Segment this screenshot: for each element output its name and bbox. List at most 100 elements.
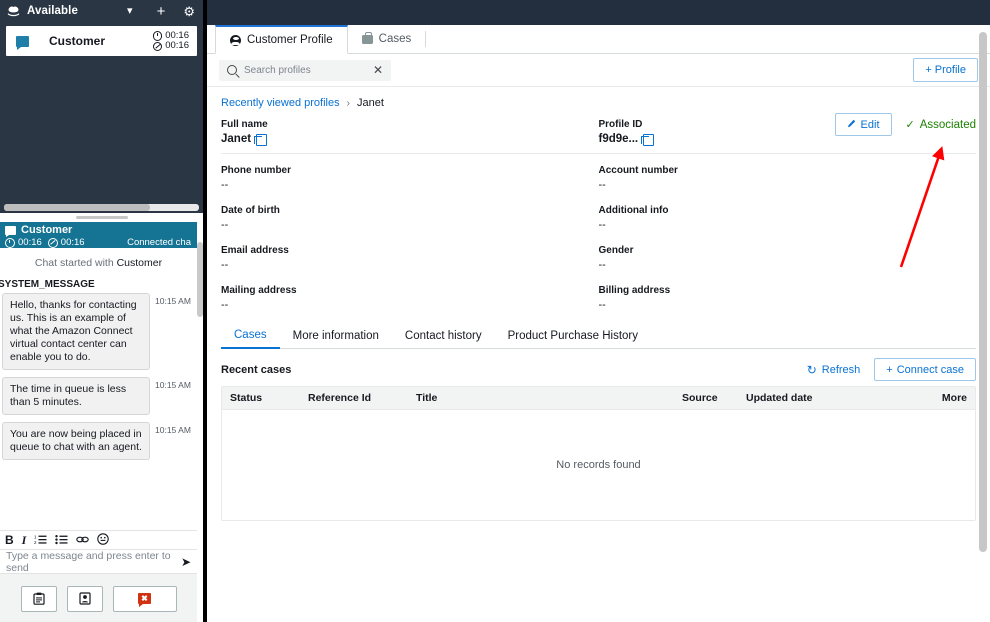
chat-message: You are now being placed in queue to cha… — [0, 422, 197, 467]
column-header-updated-date[interactable]: Updated date — [738, 392, 878, 404]
chat-message-text: Hello, thanks for contacting us. This is… — [2, 293, 150, 370]
chevron-down-icon[interactable]: ▾ — [127, 6, 133, 17]
profile-row: Email address -- Gender -- — [221, 244, 976, 273]
send-icon[interactable]: ➤ — [181, 555, 191, 569]
bold-button[interactable]: B — [5, 534, 14, 546]
field-label: Phone number — [221, 164, 585, 178]
ccp-contact-list-region: Available ▾ + ⚙ Customer 00:16 00:16 — [0, 0, 203, 215]
chat-message-input[interactable]: Type a message and press enter to send ➤ — [0, 551, 197, 573]
search-placeholder: Search profiles — [244, 65, 366, 76]
copy-icon[interactable] — [643, 134, 654, 146]
profile-field-mailing-address: Mailing address -- — [221, 284, 599, 313]
edit-profile-label: Edit — [861, 119, 880, 131]
end-chat-button[interactable]: ✖ — [113, 586, 177, 612]
plus-icon[interactable]: + — [157, 4, 166, 19]
ccp-contact-card[interactable]: Customer 00:16 00:16 — [6, 26, 197, 56]
svg-text:1: 1 — [34, 534, 37, 539]
person-icon — [230, 35, 241, 46]
profile-actions: Edit ✓ Associated — [835, 113, 976, 136]
agent-status-label[interactable]: Available — [27, 5, 78, 17]
ccp-horizontal-scrollbar[interactable] — [4, 204, 199, 211]
edit-profile-button[interactable]: Edit — [835, 113, 892, 136]
chat-timer-1: 00:16 — [18, 237, 42, 248]
column-header-more[interactable]: More — [878, 392, 975, 404]
field-label: Date of birth — [221, 204, 585, 218]
workspace-scrollbar[interactable] — [979, 32, 987, 598]
profile-field-gender: Gender -- — [599, 244, 977, 273]
contact-timers: 00:16 00:16 — [153, 31, 189, 52]
field-value: -- — [599, 298, 963, 313]
refresh-button[interactable]: ↻ Refresh — [807, 363, 861, 377]
search-icon — [227, 65, 237, 75]
profile-field-billing-address: Billing address -- — [599, 284, 977, 313]
clipboard-icon — [33, 592, 45, 605]
bullet-list-icon[interactable] — [55, 534, 68, 547]
tab-cases[interactable]: Cases — [348, 25, 426, 53]
chat-message-time: 10:15 AM — [155, 377, 191, 390]
tab-customer-profile-label: Customer Profile — [247, 34, 333, 46]
chat-message: Hello, thanks for contacting us. This is… — [0, 293, 197, 377]
agent-workspace: Customer Profile Cases Search profiles ✕… — [207, 0, 990, 622]
tab-customer-profile[interactable]: Customer Profile — [215, 25, 348, 54]
chat-started-notice: Chat started with Customer — [0, 248, 197, 273]
subtab-more-information[interactable]: More information — [280, 325, 392, 348]
subtab-cases[interactable]: Cases — [221, 324, 280, 349]
chat-timer-2: 00:16 — [61, 237, 85, 248]
gear-icon[interactable]: ⚙ — [183, 5, 195, 18]
field-value: -- — [599, 218, 963, 233]
breadcrumb-root-link[interactable]: Recently viewed profiles — [221, 97, 340, 109]
check-icon: ✓ — [906, 118, 915, 131]
field-value: -- — [221, 218, 585, 233]
chat-message: The time in queue is less than 5 minutes… — [0, 377, 197, 422]
contact-attributes-button[interactable] — [67, 586, 103, 612]
contact-card-icon — [79, 592, 91, 605]
chat-icon — [16, 36, 29, 47]
recent-cases-title: Recent cases — [221, 364, 291, 376]
profile-row: Date of birth -- Additional info -- — [221, 204, 976, 233]
chevron-right-icon: › — [347, 98, 350, 109]
ordered-list-icon[interactable]: 12 — [34, 534, 47, 547]
subtab-contact-history[interactable]: Contact history — [392, 325, 495, 348]
subtab-product-purchase-history[interactable]: Product Purchase History — [495, 325, 651, 348]
column-header-status[interactable]: Status — [222, 392, 300, 404]
field-label: Gender — [599, 244, 963, 258]
recent-cases-actions: ↻ Refresh + Connect case — [807, 358, 976, 381]
connect-case-button[interactable]: + Connect case — [874, 358, 976, 381]
field-value: -- — [221, 178, 585, 193]
tab-divider — [425, 31, 426, 47]
contact-timer-total: 00:16 — [165, 41, 189, 52]
chat-format-toolbar: B I 12 — [0, 530, 197, 550]
quick-responses-button[interactable] — [21, 586, 57, 612]
chat-header: Customer 00:16 00:16 Connected cha — [0, 222, 197, 248]
field-label: Billing address — [599, 284, 963, 298]
profile-row: Phone number -- Account number -- — [221, 164, 976, 193]
field-value: -- — [221, 298, 585, 313]
system-message-label: SYSTEM_MESSAGE — [0, 273, 197, 293]
breadcrumb: Recently viewed profiles › Janet — [207, 87, 990, 109]
agent-ccp-panel: Available ▾ + ⚙ Customer 00:16 00:16 — [0, 0, 205, 622]
field-value: f9d9e... — [599, 132, 639, 147]
refresh-icon: ↻ — [807, 363, 817, 377]
emoji-icon[interactable] — [97, 533, 109, 547]
status-badge: ✓ Associated — [906, 118, 976, 131]
link-icon[interactable] — [76, 534, 89, 547]
chat-message-time: 10:15 AM — [155, 422, 191, 435]
add-profile-button[interactable]: + Profile — [913, 58, 978, 82]
column-header-title[interactable]: Title — [408, 392, 674, 404]
italic-button[interactable]: I — [22, 534, 27, 546]
ccp-header: Available ▾ + ⚙ — [0, 0, 203, 22]
copy-icon[interactable] — [256, 134, 267, 146]
chat-transcript[interactable]: Chat started with Customer SYSTEM_MESSAG… — [0, 248, 197, 530]
chat-scrollbar[interactable] — [197, 222, 203, 622]
app-top-bar — [207, 0, 990, 25]
close-icon[interactable]: ✕ — [373, 64, 383, 76]
column-header-reference-id[interactable]: Reference Id — [300, 392, 408, 404]
field-label: Email address — [221, 244, 585, 258]
amazon-connect-logo-icon — [6, 5, 21, 18]
field-value: -- — [221, 258, 585, 273]
panel-splitter-handle[interactable] — [0, 213, 203, 222]
svg-text:2: 2 — [34, 539, 37, 544]
field-value: -- — [599, 178, 963, 193]
column-header-source[interactable]: Source — [674, 392, 738, 404]
search-input[interactable]: Search profiles ✕ — [219, 60, 391, 81]
